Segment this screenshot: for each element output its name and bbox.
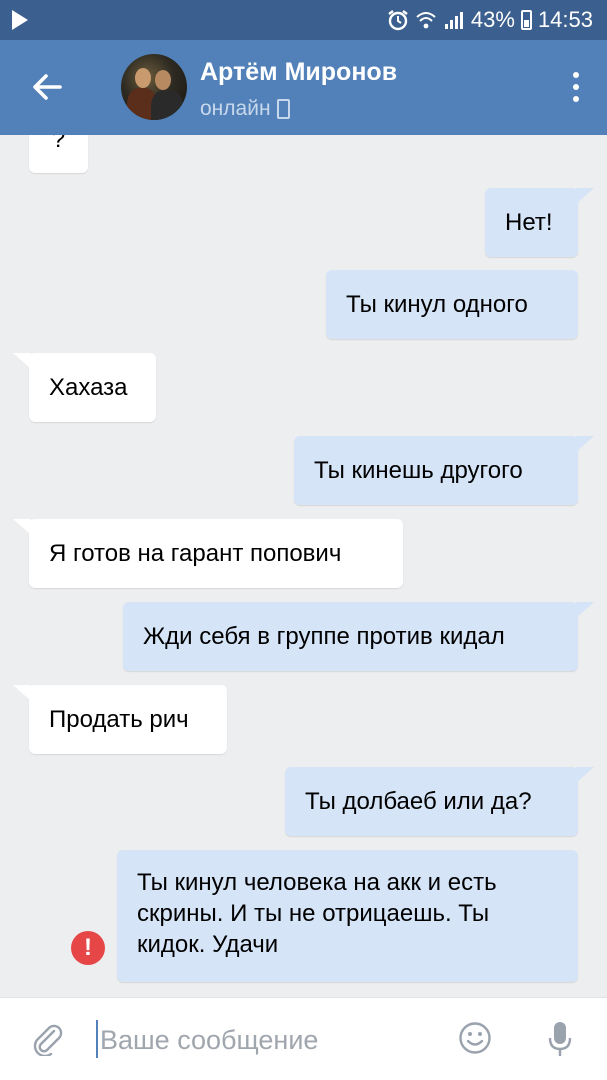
- error-icon[interactable]: !: [71, 931, 105, 965]
- message-text: ?: [51, 135, 66, 153]
- mobile-icon: [276, 99, 290, 119]
- message-outgoing[interactable]: Ты кинул человека на акк и есть скрины. …: [117, 850, 578, 982]
- message-input[interactable]: [100, 1022, 430, 1058]
- status-bar: 43% 14:53: [0, 0, 607, 40]
- message-incoming[interactable]: Продать рич: [13, 685, 227, 754]
- message-outgoing[interactable]: Ты кинешь другого: [294, 436, 594, 505]
- message-text: Хахаза: [49, 374, 128, 401]
- contact-name[interactable]: Артём Миронов: [200, 58, 397, 87]
- message-text: Ты кинул человека на акк и есть скрины. …: [137, 869, 497, 958]
- message-text: Ты кинул одного: [346, 291, 528, 318]
- avatar[interactable]: [121, 54, 187, 120]
- message-text: Нет!: [505, 209, 553, 236]
- signal-icon: [444, 12, 463, 29]
- play-icon: [12, 10, 28, 30]
- contact-status: онлайн: [200, 97, 290, 121]
- wifi-icon: [416, 12, 436, 29]
- alarm-icon: [388, 10, 408, 31]
- message-text: Жди себя в группе против кидал: [143, 623, 505, 650]
- message-text: Продать рич: [49, 706, 189, 733]
- back-arrow-icon[interactable]: [28, 68, 66, 106]
- battery-percent: 43%: [470, 7, 515, 32]
- message-composer: [0, 997, 607, 1080]
- mic-icon[interactable]: [548, 1020, 572, 1058]
- message-text: Ты долбаеб или да?: [305, 788, 532, 815]
- chat-header: Артём Миронов онлайн: [0, 40, 607, 135]
- clock: 14:53: [537, 7, 593, 32]
- status-icons: 43% 14:53: [387, 6, 593, 34]
- message-outgoing[interactable]: Жди себя в группе против кидал: [123, 602, 594, 671]
- message-incoming[interactable]: Хахаза: [13, 353, 156, 422]
- message-text: Ты кинешь другого: [314, 457, 523, 484]
- message-outgoing[interactable]: Ты долбаеб или да?: [285, 767, 594, 836]
- message-text: Я готов на гарант попович: [49, 540, 342, 567]
- message-incoming[interactable]: Я готов на гарант попович: [13, 519, 403, 588]
- attach-icon[interactable]: [30, 1022, 64, 1056]
- message-incoming[interactable]: ?: [29, 135, 88, 173]
- text-cursor: [96, 1020, 98, 1058]
- battery-icon: [520, 10, 532, 30]
- message-outgoing[interactable]: Ты кинул одного: [326, 270, 578, 339]
- more-vert-icon[interactable]: [571, 72, 581, 106]
- message-list[interactable]: ? Нет! Ты кинул одного Хахаза Ты кинешь …: [0, 135, 607, 997]
- emoji-icon[interactable]: [458, 1021, 492, 1055]
- message-outgoing[interactable]: Нет!: [485, 188, 594, 257]
- status-text: онлайн: [200, 97, 271, 120]
